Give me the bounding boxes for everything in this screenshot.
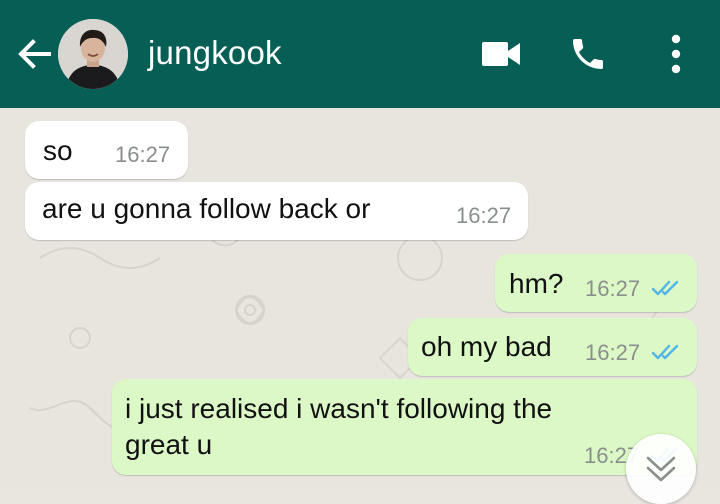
message-time: 16:27 — [456, 203, 512, 228]
message-time: 16:27 — [585, 276, 641, 301]
message-bubble-outgoing[interactable]: i just realised i wasn't following the g… — [112, 379, 697, 475]
contact-avatar[interactable] — [58, 19, 128, 89]
message-bubble-incoming[interactable]: so 16:27 — [25, 121, 188, 179]
voice-call-button[interactable] — [568, 34, 608, 74]
message-text: are u gonna follow back or — [42, 193, 371, 224]
message-time: 16:27 — [585, 340, 641, 365]
video-call-button[interactable] — [480, 38, 522, 70]
more-vertical-icon — [671, 34, 681, 74]
message-bubble-outgoing[interactable]: oh my bad 16:27 — [408, 318, 697, 376]
avatar-image — [58, 19, 128, 89]
more-options-button[interactable] — [664, 32, 688, 76]
double-chevron-down-icon — [646, 456, 676, 482]
double-check-icon — [651, 280, 679, 296]
phone-icon — [573, 39, 603, 69]
back-button[interactable] — [16, 36, 52, 72]
message-text: hm? — [509, 268, 564, 299]
message-text: oh my bad — [421, 331, 552, 362]
message-bubble-incoming[interactable]: are u gonna follow back or 16:27 — [25, 182, 528, 240]
scroll-to-bottom-button[interactable] — [626, 434, 696, 504]
chat-area[interactable]: so 16:27 are u gonna follow back or 16:2… — [0, 108, 720, 486]
message-time: 16:27 — [115, 142, 171, 167]
arrow-left-icon — [18, 39, 51, 69]
chat-header: jungkook — [0, 0, 720, 108]
message-text: so — [43, 135, 73, 166]
contact-name[interactable]: jungkook — [148, 34, 282, 72]
double-check-icon — [651, 344, 679, 360]
message-bubble-outgoing[interactable]: hm? 16:27 — [495, 254, 697, 312]
video-camera-icon — [482, 42, 520, 66]
message-text-line-1: i just realised i wasn't following the — [125, 393, 553, 424]
message-text-line-2: great u — [125, 429, 213, 460]
